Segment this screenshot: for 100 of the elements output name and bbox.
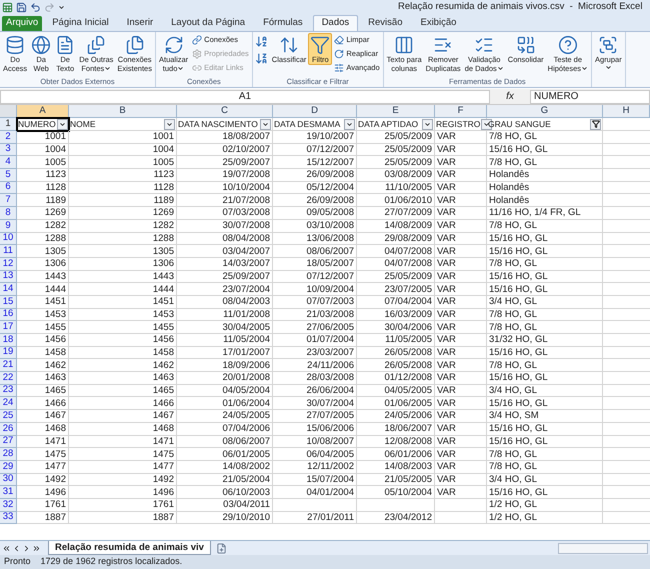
table-cell: Holandês bbox=[487, 194, 603, 208]
name-box[interactable]: A1 bbox=[0, 90, 490, 104]
ribbon-tab[interactable]: Fórmulas bbox=[255, 15, 311, 31]
ribbon-tab[interactable]: Página Inicial bbox=[44, 15, 117, 31]
row-number[interactable]: 32 bbox=[0, 498, 17, 512]
row-number[interactable]: 3 bbox=[0, 144, 17, 156]
row-number[interactable]: 10 bbox=[0, 232, 17, 246]
row-number[interactable]: 7 bbox=[0, 194, 17, 208]
table-cell: 1475 bbox=[69, 448, 177, 461]
column-header[interactable]: H bbox=[603, 105, 650, 118]
table-cell: 1468 bbox=[69, 422, 177, 436]
row-number[interactable]: 31 bbox=[0, 486, 17, 499]
row-number[interactable]: 14 bbox=[0, 283, 17, 296]
first-sheet-icon[interactable] bbox=[2, 544, 11, 552]
column-header[interactable]: B bbox=[69, 105, 177, 118]
fx-label[interactable]: fx bbox=[490, 89, 530, 104]
table-cell: 1001 bbox=[69, 131, 177, 144]
table-cell: VAR bbox=[435, 156, 487, 170]
row-number[interactable]: 18 bbox=[0, 334, 17, 347]
row-number[interactable]: 1 bbox=[0, 118, 17, 131]
row-number[interactable]: 26 bbox=[0, 422, 17, 436]
table-cell: 1887 bbox=[69, 512, 177, 524]
row-number[interactable]: 23 bbox=[0, 384, 17, 398]
table-cell: 3/4 HO, GL bbox=[487, 296, 603, 309]
file-tab[interactable]: Arquivo bbox=[2, 16, 42, 31]
table-cell: 07/04/2006 bbox=[177, 422, 273, 436]
table-cell: VAR bbox=[435, 397, 487, 410]
formula-input[interactable]: NUMERO bbox=[530, 90, 650, 104]
table-cell: VAR bbox=[435, 245, 487, 258]
next-sheet-icon[interactable] bbox=[22, 544, 31, 552]
filter-button[interactable] bbox=[260, 118, 271, 130]
row-number[interactable]: 27 bbox=[0, 436, 17, 448]
filter-icon bbox=[310, 35, 330, 55]
save-icon[interactable] bbox=[16, 2, 27, 12]
column-header[interactable]: C bbox=[177, 105, 273, 118]
table-cell: 07/04/2004 bbox=[357, 296, 435, 309]
sheet-tab[interactable]: Relação resumida de animais viv bbox=[48, 541, 211, 555]
table-cell: 03/10/2008 bbox=[273, 220, 357, 232]
table-cell: 25/09/2007 bbox=[177, 156, 273, 170]
ribbon-tab[interactable]: Exibição bbox=[412, 15, 464, 31]
row-number[interactable]: 5 bbox=[0, 169, 17, 182]
ribbon-tab[interactable]: Dados bbox=[312, 15, 358, 31]
row-number[interactable]: 30 bbox=[0, 474, 17, 486]
caret-icon bbox=[104, 65, 112, 72]
row-number[interactable]: 2 bbox=[0, 131, 17, 144]
column-header[interactable]: A bbox=[17, 105, 69, 118]
row-number[interactable]: 33 bbox=[0, 512, 17, 524]
horizontal-scrollbar[interactable] bbox=[558, 542, 648, 554]
row-number[interactable]: 21 bbox=[0, 359, 17, 372]
table-cell: 15/16 HO, GL bbox=[487, 283, 603, 296]
ribbon-tab[interactable]: Inserir bbox=[118, 15, 162, 31]
row-number[interactable]: 24 bbox=[0, 397, 17, 410]
ribbon-tab[interactable]: Layout da Página bbox=[163, 15, 254, 31]
column-header[interactable]: E bbox=[357, 105, 435, 118]
previous-sheet-icon[interactable] bbox=[12, 544, 21, 552]
undo-icon[interactable] bbox=[30, 2, 41, 12]
table-cell: 1455 bbox=[17, 321, 69, 334]
filter-button[interactable] bbox=[344, 118, 355, 130]
table-cell: 12/11/2002 bbox=[273, 460, 357, 474]
row-number[interactable]: 28 bbox=[0, 448, 17, 461]
table-cell: 23/07/2004 bbox=[177, 283, 273, 296]
table-cell: 7/8 HO, GL bbox=[487, 258, 603, 271]
spreadsheet-icon[interactable] bbox=[2, 2, 13, 12]
filter-button[interactable] bbox=[164, 118, 175, 130]
column-header[interactable]: F bbox=[435, 105, 487, 118]
ribbon-tab[interactable]: Revisão bbox=[360, 15, 410, 31]
filter-button[interactable] bbox=[590, 118, 601, 130]
table-cell: 15/16 HO, GL bbox=[487, 486, 603, 499]
table-cell: 04/07/2008 bbox=[357, 258, 435, 271]
table-cell: 07/07/2003 bbox=[273, 296, 357, 309]
row-number[interactable]: 11 bbox=[0, 245, 17, 258]
filter-button[interactable] bbox=[56, 118, 68, 130]
row-number[interactable]: 17 bbox=[0, 321, 17, 334]
table-cell: VAR bbox=[435, 422, 487, 436]
row-number[interactable]: 8 bbox=[0, 207, 17, 220]
table-cell: 09/05/2008 bbox=[273, 207, 357, 220]
table-cell: 07/12/2007 bbox=[273, 270, 357, 284]
table-cell: 1467 bbox=[69, 410, 177, 423]
table-cell: 08/04/2008 bbox=[177, 232, 273, 246]
row-number[interactable]: 25 bbox=[0, 410, 17, 423]
table-cell: 06/01/2006 bbox=[357, 448, 435, 461]
table-cell: 1468 bbox=[17, 422, 69, 436]
column-header[interactable]: D bbox=[273, 105, 357, 118]
row-number[interactable]: 22 bbox=[0, 372, 17, 385]
row-number[interactable]: 19 bbox=[0, 346, 17, 360]
table-cell: 15/16 HO, GL bbox=[487, 397, 603, 410]
row-number[interactable]: 9 bbox=[0, 220, 17, 232]
last-sheet-icon[interactable] bbox=[32, 544, 41, 552]
row-number[interactable]: 12 bbox=[0, 258, 17, 271]
filter-button[interactable] bbox=[422, 118, 433, 130]
row-number[interactable]: 29 bbox=[0, 460, 17, 474]
new-sheet-icon[interactable] bbox=[216, 542, 227, 554]
table-cell: 1453 bbox=[69, 308, 177, 322]
row-number[interactable]: 4 bbox=[0, 156, 17, 170]
row-number[interactable]: 15 bbox=[0, 296, 17, 309]
eraser-icon bbox=[334, 34, 344, 44]
row-number[interactable]: 6 bbox=[0, 182, 17, 194]
row-number[interactable]: 16 bbox=[0, 308, 17, 322]
row-number[interactable]: 13 bbox=[0, 270, 17, 284]
column-header[interactable]: G bbox=[487, 105, 603, 118]
